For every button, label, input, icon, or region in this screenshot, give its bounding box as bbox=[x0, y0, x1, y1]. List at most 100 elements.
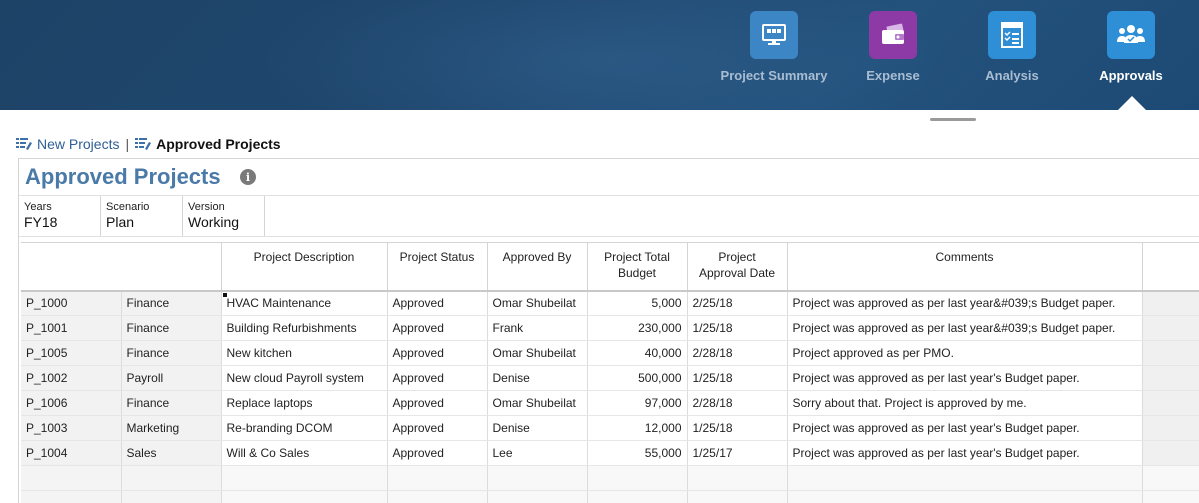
cell-approval-date[interactable]: 2/25/18 bbox=[687, 290, 788, 316]
cell-approved-by[interactable]: Omar Shubeilat bbox=[487, 340, 588, 366]
cell-approval-date[interactable]: 2/28/18 bbox=[687, 340, 788, 366]
column-header-description[interactable]: Project Description bbox=[221, 242, 388, 292]
row-header-department[interactable]: Marketing bbox=[121, 415, 222, 441]
pov-value: Plan bbox=[106, 214, 135, 230]
empty-cell[interactable] bbox=[587, 465, 688, 491]
cell-approval-date[interactable]: 1/25/17 bbox=[687, 440, 788, 466]
cell-approved-by[interactable]: Lee bbox=[487, 440, 588, 466]
empty-cell[interactable] bbox=[487, 465, 588, 491]
cell-approved-by[interactable]: Omar Shubeilat bbox=[487, 290, 588, 316]
cell-description[interactable]: Building Refurbishments bbox=[221, 315, 388, 341]
cell-comment[interactable]: Project was approved as per last year&#0… bbox=[787, 290, 1143, 316]
cell-description[interactable]: Replace laptops bbox=[221, 390, 388, 416]
nav-label: Project Summary bbox=[720, 68, 828, 83]
cell-budget[interactable]: 230,000 bbox=[587, 315, 688, 341]
empty-cell[interactable] bbox=[1142, 490, 1199, 503]
cell-comment[interactable]: Sorry about that. Project is approved by… bbox=[787, 390, 1143, 416]
cell-approval-date[interactable]: 1/25/18 bbox=[687, 365, 788, 391]
cell-description[interactable]: Re-branding DCOM bbox=[221, 415, 388, 441]
cell-blank[interactable] bbox=[1142, 440, 1199, 466]
nav-analysis[interactable]: Analysis bbox=[953, 0, 1071, 110]
cell-description[interactable]: New kitchen bbox=[221, 340, 388, 366]
cell-blank[interactable] bbox=[1142, 290, 1199, 316]
cell-comment[interactable]: Project was approved as per last year's … bbox=[787, 415, 1143, 441]
empty-cell[interactable] bbox=[787, 465, 1143, 491]
cell-budget[interactable]: 12,000 bbox=[587, 415, 688, 441]
cell-description[interactable]: New cloud Payroll system bbox=[221, 365, 388, 391]
breadcrumb-new-projects[interactable]: New Projects bbox=[37, 136, 119, 152]
row-header-project[interactable]: P_1005 bbox=[21, 340, 122, 366]
row-header-department[interactable]: Finance bbox=[121, 315, 222, 341]
info-icon[interactable]: i bbox=[240, 169, 256, 185]
cell-comment[interactable]: Project was approved as per last year's … bbox=[787, 365, 1143, 391]
cell-status[interactable]: Approved bbox=[387, 415, 488, 441]
empty-cell[interactable] bbox=[587, 490, 688, 503]
cell-blank[interactable] bbox=[1142, 390, 1199, 416]
cell-budget[interactable]: 40,000 bbox=[587, 340, 688, 366]
pov-version[interactable]: Version Working bbox=[183, 196, 265, 236]
column-header-approved-by[interactable]: Approved By bbox=[487, 242, 588, 292]
cell-budget[interactable]: 500,000 bbox=[587, 365, 688, 391]
nav-expense[interactable]: Expense bbox=[834, 0, 952, 110]
empty-cell[interactable] bbox=[21, 465, 122, 491]
row-header-department[interactable]: Finance bbox=[121, 390, 222, 416]
cell-comment[interactable]: Project approved as per PMO. bbox=[787, 340, 1143, 366]
row-header-project[interactable]: P_1000 bbox=[21, 290, 122, 316]
cell-approved-by[interactable]: Denise bbox=[487, 365, 588, 391]
cell-blank[interactable] bbox=[1142, 365, 1199, 391]
empty-cell[interactable] bbox=[687, 465, 788, 491]
divider bbox=[19, 236, 1199, 237]
drag-handle[interactable] bbox=[930, 118, 976, 121]
row-header-department[interactable]: Sales bbox=[121, 440, 222, 466]
column-header-status[interactable]: Project Status bbox=[387, 242, 488, 292]
cell-blank[interactable] bbox=[1142, 340, 1199, 366]
empty-cell[interactable] bbox=[387, 465, 488, 491]
row-header-project[interactable]: P_1001 bbox=[21, 315, 122, 341]
cell-status[interactable]: Approved bbox=[387, 290, 488, 316]
cell-budget[interactable]: 97,000 bbox=[587, 390, 688, 416]
cell-status[interactable]: Approved bbox=[387, 390, 488, 416]
cell-approval-date[interactable]: 1/25/18 bbox=[687, 315, 788, 341]
pov-scenario[interactable]: Scenario Plan bbox=[101, 196, 183, 236]
cell-comment[interactable]: Project was approved as per last year&#0… bbox=[787, 315, 1143, 341]
cell-approved-by[interactable]: Denise bbox=[487, 415, 588, 441]
empty-cell[interactable] bbox=[387, 490, 488, 503]
row-header-project[interactable]: P_1006 bbox=[21, 390, 122, 416]
row-header-project[interactable]: P_1003 bbox=[21, 415, 122, 441]
row-header-department[interactable]: Payroll bbox=[121, 365, 222, 391]
cell-status[interactable]: Approved bbox=[387, 315, 488, 341]
cell-blank[interactable] bbox=[1142, 315, 1199, 341]
column-header-approval-date[interactable]: Project Approval Date bbox=[687, 242, 788, 292]
pov-years[interactable]: Years FY18 bbox=[19, 196, 101, 236]
cell-comment[interactable]: Project was approved as per last year's … bbox=[787, 440, 1143, 466]
empty-cell[interactable] bbox=[21, 490, 122, 503]
cell-blank[interactable] bbox=[1142, 415, 1199, 441]
row-header-department[interactable]: Finance bbox=[121, 290, 222, 316]
row-header-project[interactable]: P_1004 bbox=[21, 440, 122, 466]
row-header-department[interactable]: Finance bbox=[121, 340, 222, 366]
empty-cell[interactable] bbox=[787, 490, 1143, 503]
row-header-project[interactable]: P_1002 bbox=[21, 365, 122, 391]
column-header-comments[interactable]: Comments bbox=[787, 242, 1143, 292]
cell-budget[interactable]: 5,000 bbox=[587, 290, 688, 316]
empty-cell[interactable] bbox=[121, 465, 222, 491]
empty-cell[interactable] bbox=[121, 490, 222, 503]
cell-approval-date[interactable]: 2/28/18 bbox=[687, 390, 788, 416]
column-header-budget[interactable]: Project Total Budget bbox=[587, 242, 688, 292]
nav-approvals[interactable]: Approvals bbox=[1072, 0, 1190, 110]
empty-cell[interactable] bbox=[221, 490, 388, 503]
cell-status[interactable]: Approved bbox=[387, 365, 488, 391]
cell-description[interactable]: HVAC Maintenance bbox=[221, 290, 388, 316]
cell-description[interactable]: Will & Co Sales bbox=[221, 440, 388, 466]
empty-cell[interactable] bbox=[687, 490, 788, 503]
cell-approved-by[interactable]: Frank bbox=[487, 315, 588, 341]
cell-approval-date[interactable]: 1/25/18 bbox=[687, 415, 788, 441]
cell-status[interactable]: Approved bbox=[387, 440, 488, 466]
empty-cell[interactable] bbox=[487, 490, 588, 503]
nav-project-summary[interactable]: Project Summary bbox=[715, 0, 833, 110]
cell-budget[interactable]: 55,000 bbox=[587, 440, 688, 466]
empty-cell[interactable] bbox=[1142, 465, 1199, 491]
cell-approved-by[interactable]: Omar Shubeilat bbox=[487, 390, 588, 416]
cell-status[interactable]: Approved bbox=[387, 340, 488, 366]
empty-cell[interactable] bbox=[221, 465, 388, 491]
